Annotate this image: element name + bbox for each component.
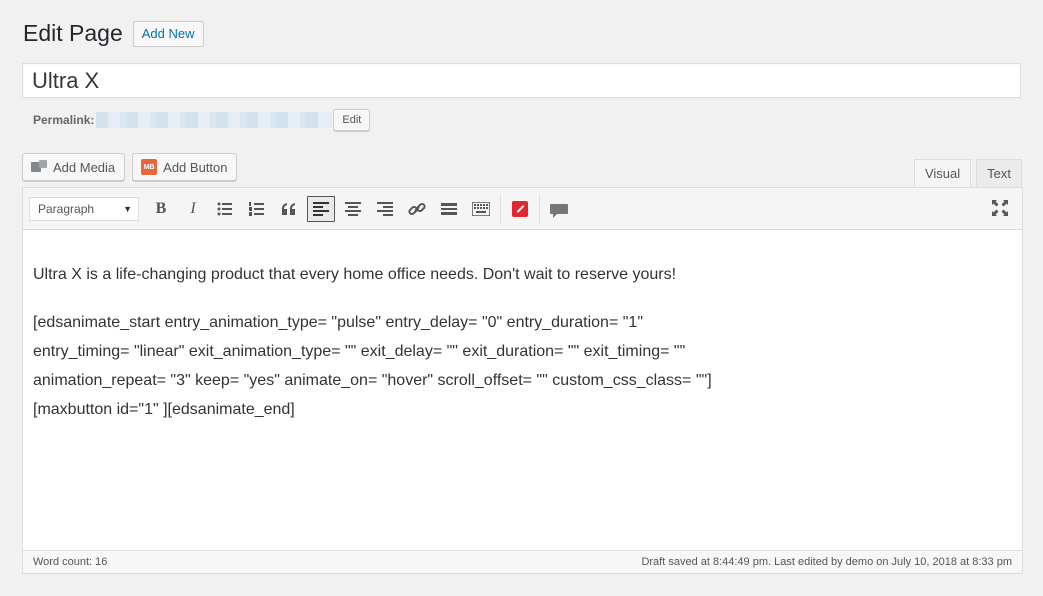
- add-media-button[interactable]: Add Media: [22, 153, 126, 181]
- fullscreen-icon: [992, 200, 1008, 216]
- numbered-list-icon: [249, 201, 264, 216]
- read-more-button[interactable]: [435, 196, 463, 222]
- align-left-icon: [313, 201, 329, 216]
- add-button-label: Add Button: [163, 159, 228, 175]
- permalink-row: Permalink: Edit: [33, 109, 371, 131]
- toolbar-toggle-button[interactable]: [467, 196, 495, 222]
- fullscreen-button[interactable]: [988, 196, 1012, 220]
- page-title: Edit Page: [23, 20, 123, 46]
- format-select-value: Paragraph: [38, 201, 95, 216]
- format-select[interactable]: Paragraph ▼: [29, 196, 139, 221]
- align-center-button[interactable]: [339, 196, 367, 222]
- page-heading: Edit Page Add New: [23, 20, 204, 47]
- align-right-icon: [377, 201, 393, 216]
- editor-content[interactable]: Ultra X is a life-changing product that …: [23, 230, 723, 424]
- blockquote-button[interactable]: [275, 196, 303, 222]
- keyboard-icon: [472, 201, 490, 216]
- post-title-input[interactable]: [22, 63, 1021, 98]
- word-count: Word count: 16: [33, 556, 108, 568]
- maxbuttons-icon: [512, 200, 528, 217]
- editor-statusbar: Word count: 16 Draft saved at 8:44:49 pm…: [23, 550, 1022, 573]
- tab-visual[interactable]: Visual: [913, 159, 972, 188]
- align-left-button[interactable]: [307, 195, 335, 222]
- toolbar-divider: [539, 194, 540, 223]
- insert-link-button[interactable]: [403, 196, 431, 222]
- toolbar-divider: [500, 194, 501, 223]
- content-shortcode[interactable]: [edsanimate_start entry_animation_type= …: [33, 308, 713, 424]
- add-button-button[interactable]: MB Add Button: [132, 153, 238, 181]
- maxbuttons-insert-button[interactable]: [506, 196, 534, 222]
- align-right-button[interactable]: [371, 196, 399, 222]
- content-paragraph[interactable]: Ultra X is a life-changing product that …: [33, 260, 713, 289]
- comment-button[interactable]: [545, 196, 573, 222]
- chevron-down-icon: ▼: [123, 203, 132, 214]
- editor-tabs: Visual Text: [909, 159, 1022, 188]
- permalink-edit-button[interactable]: Edit: [333, 109, 371, 131]
- read-more-icon: [441, 202, 457, 215]
- bulleted-list-button[interactable]: [211, 196, 239, 222]
- blockquote-icon: [282, 202, 295, 215]
- autosave-status: Draft saved at 8:44:49 pm. Last edited b…: [641, 556, 1012, 568]
- permalink-url-blurred[interactable]: [96, 112, 332, 128]
- editor-toolbar: Paragraph ▼ B I: [23, 188, 1022, 230]
- editor: Paragraph ▼ B I Ultra X is a life-changi…: [22, 187, 1023, 574]
- tab-text[interactable]: Text: [976, 159, 1022, 187]
- media-icon: [31, 160, 47, 174]
- permalink-label: Permalink:: [33, 113, 95, 127]
- add-new-button[interactable]: Add New: [132, 20, 204, 47]
- align-center-icon: [345, 201, 361, 216]
- italic-button[interactable]: I: [179, 196, 207, 222]
- numbered-list-button[interactable]: [243, 196, 271, 222]
- media-buttons: Add Media MB Add Button: [22, 153, 238, 181]
- link-icon: [408, 202, 426, 215]
- bulleted-list-icon: [217, 202, 232, 215]
- maxbuttons-mb-icon: MB: [141, 159, 158, 175]
- add-media-label: Add Media: [53, 159, 116, 175]
- bold-button[interactable]: B: [147, 196, 175, 222]
- comment-icon: [550, 203, 568, 218]
